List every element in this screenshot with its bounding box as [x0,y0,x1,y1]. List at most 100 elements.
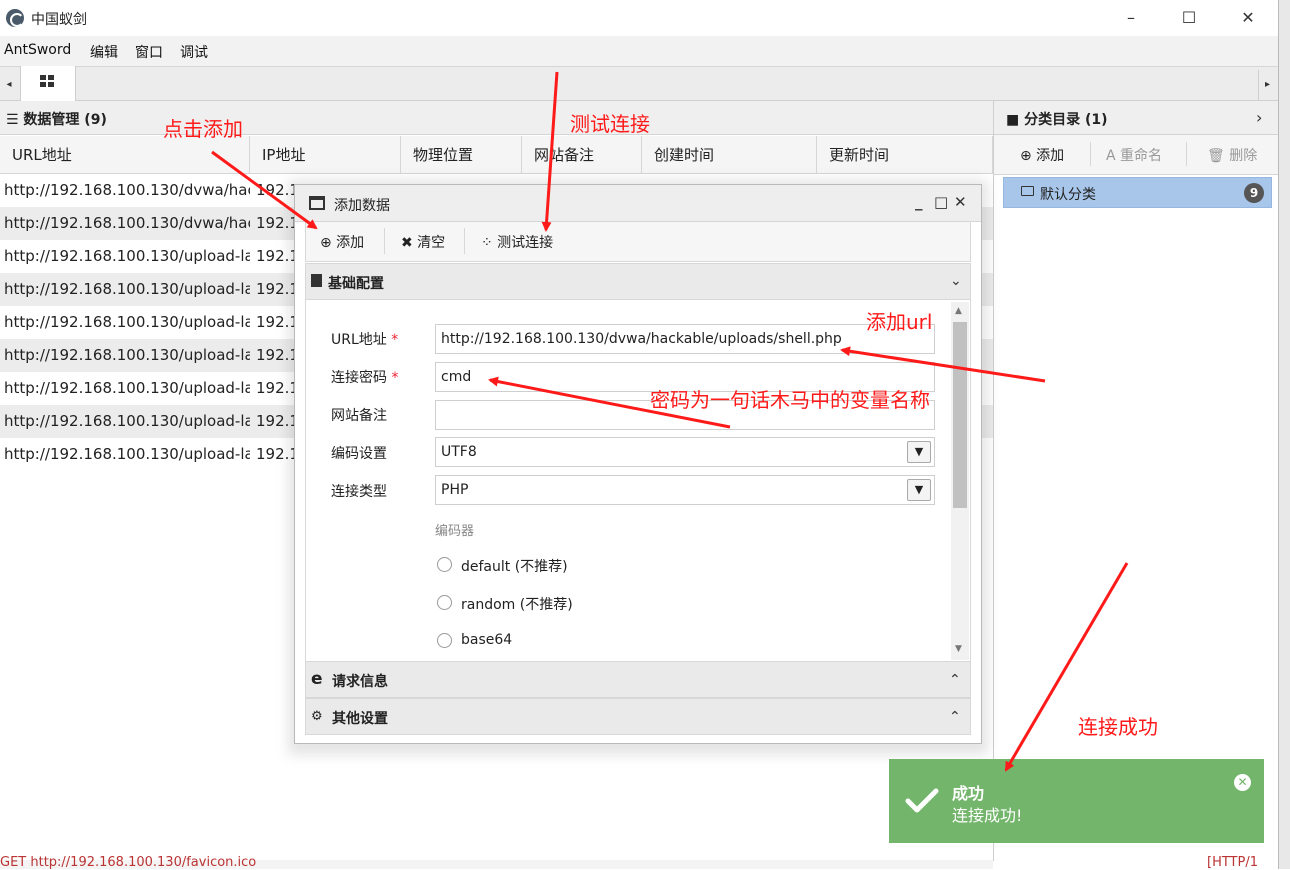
menu-debug[interactable]: 调试 [180,42,208,62]
category-item-label: 默认分类 [1040,187,1096,203]
dialog-add-button[interactable]: ⊕ 添加 [320,232,364,252]
minimize-button[interactable]: – [1114,4,1148,32]
encoding-select[interactable]: UTF8 [435,437,935,467]
toast-message: 连接成功! [952,806,1023,825]
column-header-created[interactable]: 创建时间 [642,136,817,174]
cell-url: http://192.168.100.130/upload-lal [4,346,250,364]
encoder-label: 编码器 [435,524,475,539]
cell-url: http://192.168.100.130/upload-lal [4,247,250,265]
encoder-option-label: random (不推荐) [461,597,573,613]
section-basic-config-title: 基础配置 [328,276,384,292]
menu-edit[interactable]: 编辑 [90,42,118,62]
encoding-label: 编码设置 [331,446,387,462]
annotation-add-url: 添加url [866,310,933,334]
section-request-info-title: 请求信息 [332,674,388,690]
data-panel-header [0,101,993,135]
chevron-down-icon[interactable]: ⌄ [950,273,962,289]
scroll-down-arrow-icon[interactable]: ▼ [955,644,962,654]
cell-url: http://192.168.100.130/upload-lal [4,412,250,430]
chevron-up-icon[interactable]: ⌃ [949,672,961,688]
column-header-location[interactable]: 物理位置 [401,136,522,174]
url-label: URL地址 * [331,329,398,349]
scrollbar-thumb[interactable] [953,322,967,508]
tab-scroll-right-button[interactable]: ▸ [1258,70,1276,100]
annotation-test-connection: 测试连接 [570,112,650,136]
section-other-settings-title: 其他设置 [332,711,388,727]
note-label: 网站备注 [331,408,387,424]
dialog-clear-button[interactable]: ✖ 清空 [401,232,445,252]
checkmark-icon [905,788,939,813]
dialog-test-connection-button[interactable]: ⁘ 测试连接 [481,232,553,252]
category-panel [993,101,1278,861]
required-mark: * [391,332,399,348]
window-edge [1278,0,1290,869]
data-panel-title: ☰ 数据管理 (9) [6,112,107,128]
menu-antsword[interactable]: AntSword [4,42,71,58]
grid-icon [40,75,54,87]
success-toast [889,759,1264,843]
scroll-up-arrow-icon[interactable]: ▲ [955,306,962,316]
category-count-badge: 9 [1244,183,1264,203]
annotation-click-add: 点击添加 [163,117,243,141]
chevron-down-icon[interactable]: ▼ [907,441,931,463]
chevron-up-icon[interactable]: ⌃ [949,709,961,725]
section-basic-config-header[interactable] [305,263,971,300]
url-label-text: URL地址 [331,332,387,348]
encoder-option-label: base64 [461,632,513,648]
category-rename-button[interactable]: A 重命名 [1106,145,1162,165]
type-label: 连接类型 [331,484,387,500]
category-panel-title: ■ 分类目录 (1) [1006,112,1108,128]
cell-url: http://192.168.100.130/dvwa/hac [4,214,250,232]
dialog-title: 添加数据 [334,198,390,214]
cell-url: http://192.168.100.130/upload-lal [4,445,250,463]
encoder-radio-base64[interactable] [437,633,452,648]
chevron-down-icon[interactable]: ▼ [907,479,931,501]
menu-window[interactable]: 窗口 [135,42,163,62]
chevron-right-icon[interactable]: › [1256,108,1262,127]
window-title: 中国蚁剑 [31,12,87,28]
required-mark: * [391,370,399,386]
toolbar-divider [464,228,465,254]
tab-scroll-left-button[interactable]: ◂ [0,70,18,100]
gears-icon: ⚙ [311,709,323,724]
log-text-right: [HTTP/1 [1207,855,1258,870]
url-input[interactable] [435,324,935,354]
maximize-button[interactable]: ☐ [1172,4,1206,32]
title-bar [0,0,1278,36]
section-request-info-header[interactable] [305,661,971,698]
encoder-radio-random[interactable] [437,595,452,610]
cell-url: http://192.168.100.130/upload-lal [4,313,250,331]
toolbar-divider [1090,142,1091,166]
dialog-close-button[interactable]: ✕ [954,193,967,211]
toast-close-icon[interactable]: ✕ [1234,774,1251,791]
window-icon [309,196,325,210]
annotation-connect-success: 连接成功 [1078,715,1158,739]
encoder-radio-default[interactable] [437,557,452,572]
annotation-password-note: 密码为一句话木马中的变量名称 [650,388,930,412]
column-header-note[interactable]: 网站备注 [522,136,642,174]
ie-icon: e [311,669,323,689]
type-select[interactable]: PHP [435,475,935,505]
category-delete-button[interactable]: 🗑 删除 [1207,145,1257,165]
column-header-ip[interactable]: IP地址 [250,136,401,174]
folder-icon [1021,186,1034,196]
encoder-option-label: default (不推荐) [461,559,568,575]
section-other-settings-header[interactable] [305,698,971,735]
toast-title: 成功 [952,784,985,803]
toolbar-divider [384,228,385,254]
close-button[interactable]: ✕ [1231,4,1265,32]
tabs-bar [0,66,1278,101]
column-header-updated[interactable]: 更新时间 [817,136,993,174]
dialog-titlebar[interactable] [295,185,981,222]
dialog-maximize-button[interactable]: □ [934,193,948,211]
cell-url: http://192.168.100.130/upload-lal [4,280,250,298]
log-text: GET http://192.168.100.130/favicon.ico [0,855,257,870]
toolbar-divider [1186,142,1187,166]
cell-url: http://192.168.100.130/upload-lal [4,379,250,397]
cell-url: http://192.168.100.130/dvwa/hac [4,181,250,199]
dialog-minimize-button[interactable]: _ [915,193,923,211]
category-add-button[interactable]: ⊕ 添加 [1020,145,1064,165]
password-label-text: 连接密码 [331,370,387,386]
password-label: 连接密码 * [331,367,398,387]
document-icon [311,274,322,287]
